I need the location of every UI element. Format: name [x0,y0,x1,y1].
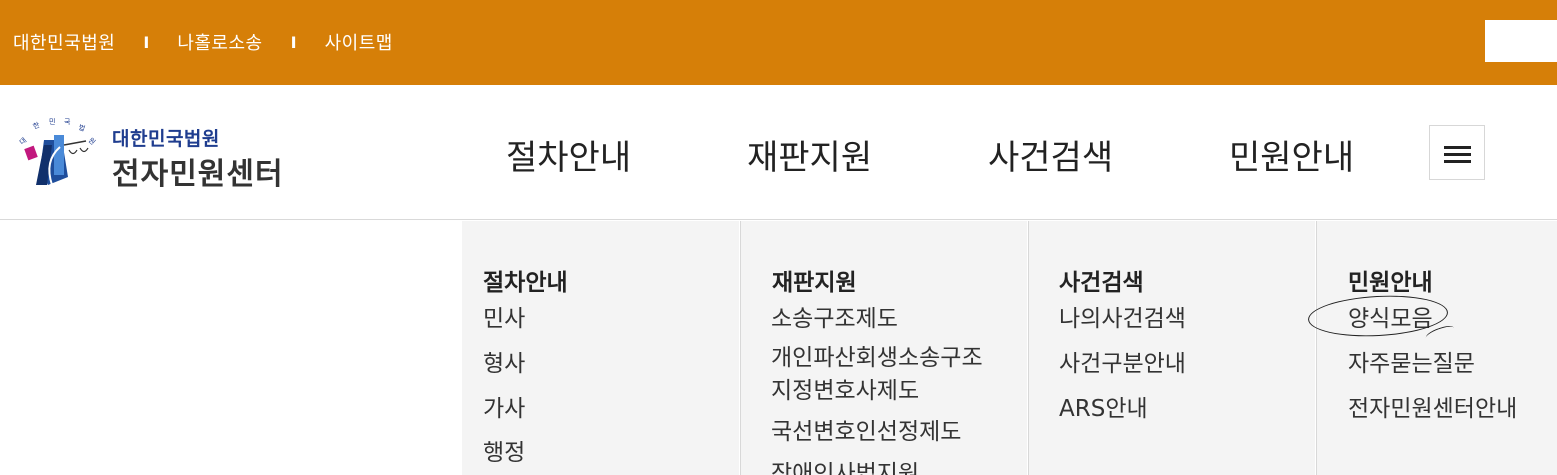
menu-column-procedures: 절차안내 민사 형사 가사 행정 [462,221,739,475]
svg-text:대: 대 [18,136,28,146]
menu-link-family[interactable]: 가사 [483,393,525,426]
menu-link-civil[interactable]: 민사 [483,303,525,336]
column-title[interactable]: 사건검색 [1059,263,1144,297]
court-emblem-icon: 대 한 민 국 법 원 [18,117,98,186]
all-menu-button[interactable] [1429,125,1485,180]
menu-link-designated-attorney[interactable]: 지정변호사제도 [771,375,919,408]
menu-link-disability-support[interactable]: 장애인사법지원 [771,458,919,475]
svg-text:원: 원 [87,136,98,147]
utility-link-self-litigation[interactable]: 나홀로소송 [177,29,262,55]
hamburger-icon [1444,153,1471,156]
hamburger-icon [1444,146,1471,149]
menu-column-trial-support: 재판지원 소송구조제도 개인파산회생소송구조 지정변호사제도 국선변호인선정제도… [740,221,1027,475]
svg-text:민: 민 [49,117,55,126]
nav-item-trial-support[interactable]: 재판지원 [747,130,872,179]
nav-item-civil-petition[interactable]: 민원안내 [1229,130,1354,179]
menu-link-ars[interactable]: ARS안내 [1059,393,1148,426]
menu-column-case-search: 사건검색 나의사건검색 사건구분안내 ARS안내 [1028,221,1315,475]
search-input[interactable] [1485,20,1557,62]
menu-link-administrative[interactable]: 행정 [483,437,525,470]
svg-text:법: 법 [77,122,86,133]
menu-link-litigation-aid[interactable]: 소송구조제도 [771,303,898,336]
header: 대 한 민 국 법 원 대한민국법원 전자민원센터 절차안내 재판지원 사건검색 [0,85,1557,220]
svg-text:국: 국 [64,118,71,126]
menu-link-bankruptcy-aid[interactable]: 개인파산회생소송구조 [771,342,983,375]
menu-link-case-types[interactable]: 사건구분안내 [1059,348,1186,381]
logo-title: 전자민원센터 [112,157,284,192]
nav-item-procedures[interactable]: 절차안내 [506,130,631,179]
svg-text:한: 한 [32,121,41,131]
menu-column-civil-petition: 민원안내 양식모음 자주묻는질문 전자민원센터안내 [1316,221,1557,475]
column-title[interactable]: 절차안내 [483,263,568,297]
menu-link-public-defender[interactable]: 국선변호인선정제도 [771,416,961,449]
menu-link-faq[interactable]: 자주묻는질문 [1348,348,1475,381]
column-title[interactable]: 재판지원 [772,263,857,297]
utility-link-court[interactable]: 대한민국법원 [13,29,115,55]
logo-subtitle: 대한민국법원 [112,128,220,150]
utility-separator: I [143,32,150,52]
column-title[interactable]: 민원안내 [1348,263,1433,297]
utility-links: 대한민국법원 I 나홀로소송 I 사이트맵 [13,29,393,55]
utility-link-sitemap[interactable]: 사이트맵 [325,29,393,55]
utility-separator: I [290,32,297,52]
nav-item-case-search[interactable]: 사건검색 [988,130,1113,179]
site-logo[interactable]: 대 한 민 국 법 원 대한민국법원 전자민원센터 [14,115,304,195]
menu-link-my-case[interactable]: 나의사건검색 [1059,303,1186,336]
hamburger-icon [1444,160,1471,163]
menu-link-criminal[interactable]: 형사 [483,348,525,381]
page: 대한민국법원 I 나홀로소송 I 사이트맵 대 한 민 국 법 원 대한민국법원… [0,0,1557,475]
menu-link-center-info[interactable]: 전자민원센터안내 [1348,393,1517,426]
top-utility-bar: 대한민국법원 I 나홀로소송 I 사이트맵 [0,0,1557,85]
mega-menu-dropdown: 절차안내 민사 형사 가사 행정 재판지원 소송구조제도 개인파산회생소송구조 … [0,221,1557,475]
